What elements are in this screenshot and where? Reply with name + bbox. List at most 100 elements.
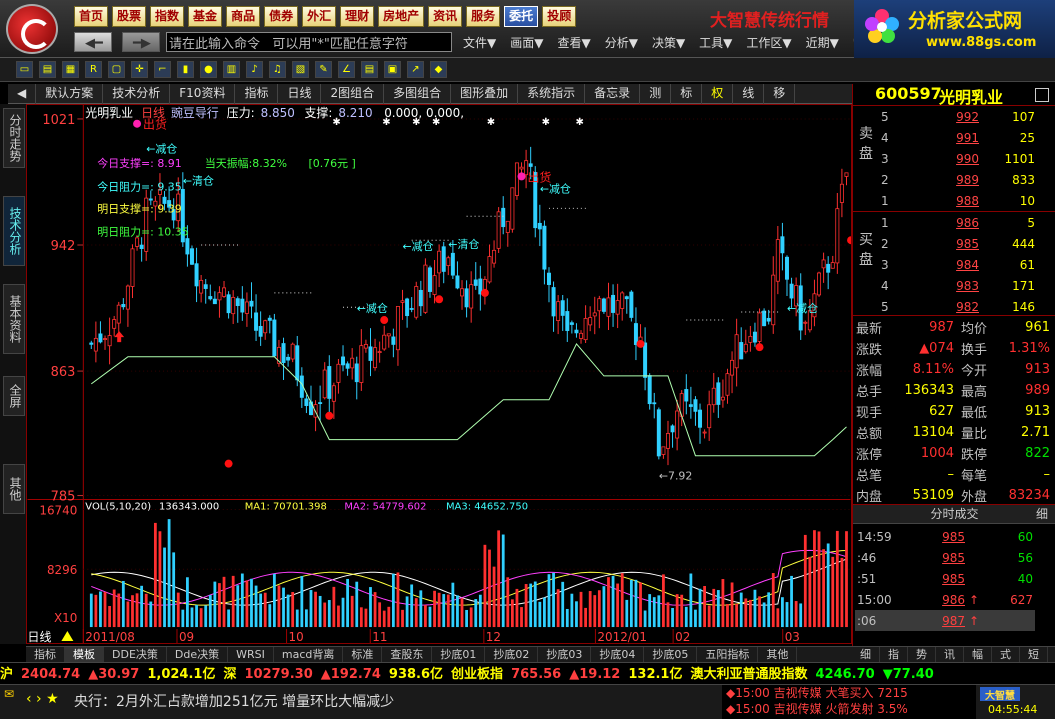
window-icon[interactable]: ▢	[108, 61, 125, 78]
indicator-tab-7[interactable]: 查股东	[382, 647, 433, 662]
indicator-tab-1[interactable]: 模板	[65, 647, 104, 662]
right-tab-6[interactable]: 短	[1020, 647, 1048, 662]
close-icon[interactable]	[1035, 88, 1049, 102]
news-headline[interactable]: 央行：2月外汇占款增加251亿元 增量环比大幅减少	[74, 691, 394, 711]
rsi-icon[interactable]: R	[85, 61, 102, 78]
menu-10[interactable]: 服务	[466, 6, 501, 27]
indicator-tab-9[interactable]: 抄底02	[485, 647, 539, 662]
indicator-tab-5[interactable]: macd背离	[274, 647, 344, 662]
bell-icon[interactable]: ♪	[246, 61, 263, 78]
sell-row[interactable]: 3 990 1101	[879, 148, 1037, 169]
right-tab-1[interactable]: 指	[880, 647, 908, 662]
indicator-tab-11[interactable]: 抄底04	[591, 647, 645, 662]
sell-row[interactable]: 4 991 25	[879, 127, 1037, 148]
angle-icon[interactable]: ∠	[338, 61, 355, 78]
tab-11[interactable]: 标	[671, 84, 703, 104]
menu-0[interactable]: 首页	[74, 6, 109, 27]
submenu-6[interactable]: 工作区▼	[739, 34, 798, 51]
draw-icon[interactable]: ✎	[315, 61, 332, 78]
indicator-tab-14[interactable]: 其他	[758, 647, 798, 662]
doc-icon[interactable]: ▤	[361, 61, 378, 78]
tab-13[interactable]: 线	[733, 84, 765, 104]
submenu-2[interactable]: 查看▼	[550, 34, 597, 51]
right-tab-0[interactable]: 细	[852, 647, 880, 662]
save-icon[interactable]: ▤	[39, 61, 56, 78]
menu-6[interactable]: 外汇	[302, 6, 337, 27]
sell-row[interactable]: 5 992 107	[879, 106, 1037, 127]
diamond-icon[interactable]: ◆	[430, 61, 447, 78]
tab-7[interactable]: 图形叠加	[451, 84, 519, 104]
bracket-icon[interactable]: ⌐	[154, 61, 171, 78]
news-arrows-icon[interactable]: ‹ › ★	[26, 691, 59, 707]
command-input[interactable]	[166, 32, 452, 52]
menu-11[interactable]: 委托	[504, 6, 539, 27]
sell-row[interactable]: 1 988 10	[879, 190, 1037, 211]
menu-2[interactable]: 指数	[150, 6, 185, 27]
buy-row[interactable]: 3 984 61	[879, 254, 1037, 275]
indicator-tab-10[interactable]: 抄底03	[538, 647, 592, 662]
vtab-2[interactable]: 基本资料	[3, 284, 25, 354]
buy-row[interactable]: 4 983 171	[879, 275, 1037, 296]
forward-button[interactable]: ━▶	[122, 32, 160, 52]
menu-12[interactable]: 投顾	[542, 6, 577, 27]
tab-8[interactable]: 系统指示	[518, 84, 586, 104]
menu-9[interactable]: 资讯	[428, 6, 463, 27]
right-tab-3[interactable]: 讯	[936, 647, 964, 662]
tab-10[interactable]: 测	[640, 84, 672, 104]
menu-4[interactable]: 商品	[226, 6, 261, 27]
indicator-tab-0[interactable]: 指标	[26, 647, 65, 662]
right-tab-5[interactable]: 式	[992, 647, 1020, 662]
buy-row[interactable]: 5 982 146	[879, 296, 1037, 317]
info-icon[interactable]: ▣	[384, 61, 401, 78]
alert-1[interactable]: ◆15:00 吉视传媒 大笔买入 7215	[722, 685, 976, 701]
right-tab-4[interactable]: 幅	[964, 647, 992, 662]
indicator-tab-4[interactable]: WRSI	[228, 647, 274, 662]
alarm-icon[interactable]: ♫	[269, 61, 286, 78]
trend-icon[interactable]: ↗	[407, 61, 424, 78]
submenu-7[interactable]: 近期▼	[799, 34, 846, 51]
vtab-0[interactable]: 分时走势	[3, 108, 25, 168]
indicator-tab-8[interactable]: 抄底01	[432, 647, 486, 662]
tab-9[interactable]: 备忘录	[585, 84, 641, 104]
menu-5[interactable]: 债券	[264, 6, 299, 27]
tab-6[interactable]: 多图组合	[384, 84, 452, 104]
tab-12[interactable]: 权	[702, 84, 734, 104]
back-button[interactable]: ◀━	[74, 32, 112, 52]
indicator-tab-12[interactable]: 抄底05	[644, 647, 698, 662]
right-tab-2[interactable]: 势	[908, 647, 936, 662]
alert-2[interactable]: ◆15:00 吉视传媒 火箭发射 3.5%	[722, 701, 976, 717]
trades-detail-button[interactable]: 细	[1036, 505, 1048, 524]
tab-5[interactable]: 2图组合	[321, 84, 385, 104]
tab-3[interactable]: 指标	[235, 84, 279, 104]
cross-icon[interactable]: ✛	[131, 61, 148, 78]
submenu-0[interactable]: 文件▼	[456, 34, 503, 51]
submenu-4[interactable]: 决策▼	[645, 34, 692, 51]
tab-scroll-left[interactable]: ◀	[8, 84, 37, 104]
submenu-3[interactable]: 分析▼	[598, 34, 645, 51]
tab-1[interactable]: 技术分析	[103, 84, 171, 104]
buy-row[interactable]: 2 985 444	[879, 233, 1037, 254]
submenu-5[interactable]: 工具▼	[692, 34, 739, 51]
tab-14[interactable]: 移	[764, 84, 796, 104]
image-icon[interactable]: ▧	[292, 61, 309, 78]
indicator-tab-3[interactable]: Dde决策	[167, 647, 229, 662]
vtab-4[interactable]: 其他	[3, 464, 25, 514]
chart-icon[interactable]: ▥	[223, 61, 240, 78]
pen-icon[interactable]: ▮	[177, 61, 194, 78]
app-logo-icon[interactable]	[6, 4, 58, 54]
menu-7[interactable]: 理财	[340, 6, 375, 27]
lights-icon[interactable]: ●	[200, 61, 217, 78]
tab-4[interactable]: 日线	[278, 84, 322, 104]
grid-icon[interactable]: ▦	[62, 61, 79, 78]
buy-row[interactable]: 1 986 5	[879, 212, 1037, 233]
tab-0[interactable]: 默认方案	[36, 84, 104, 104]
sell-row[interactable]: 2 989 833	[879, 169, 1037, 190]
indicator-tab-13[interactable]: 五阳指标	[697, 647, 759, 662]
indicator-tab-2[interactable]: DDE决策	[104, 647, 167, 662]
mail-icon[interactable]: ✉	[4, 687, 14, 701]
menu-1[interactable]: 股票	[112, 6, 147, 27]
menu-3[interactable]: 基金	[188, 6, 223, 27]
folder-icon[interactable]: ▭	[16, 61, 33, 78]
vtab-1[interactable]: 技术分析	[3, 196, 25, 266]
indicator-tab-6[interactable]: 标准	[343, 647, 383, 662]
